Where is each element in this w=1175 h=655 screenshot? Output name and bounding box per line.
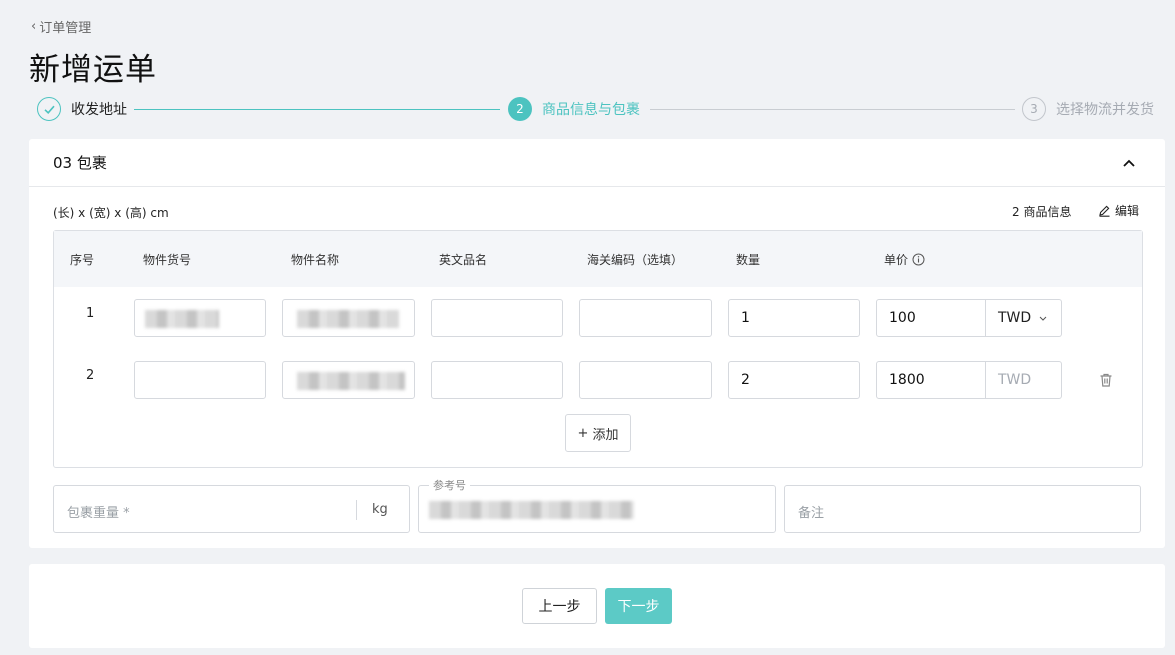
currency-value: TWD	[998, 372, 1032, 388]
row-index: 2	[86, 368, 95, 383]
col-item-no: 物件货号	[143, 253, 192, 267]
breadcrumb-label: 订单管理	[39, 21, 92, 36]
item-name-input[interactable]	[282, 299, 415, 337]
footer-actions: 上一步 下一步	[29, 564, 1165, 648]
trash-icon[interactable]	[1098, 372, 1114, 388]
stepper: 收发地址 2 商品信息与包裹 3 选择物流并发货	[37, 97, 1159, 123]
step-label: 收发地址	[71, 102, 127, 118]
table-header: 序号 物件货号 物件名称 英文品名 海关编码（选填） 数量 单价	[54, 231, 1142, 287]
prev-step-button[interactable]: 上一步	[522, 588, 597, 624]
divider	[356, 500, 357, 520]
step-number: 3	[1022, 97, 1046, 121]
info-icon[interactable]	[912, 253, 925, 266]
section-title: 03 包裹	[53, 154, 107, 172]
remark-field[interactable]: 备注	[784, 485, 1141, 533]
currency-value: TWD	[998, 310, 1032, 326]
step-connector	[650, 109, 1015, 110]
redacted-text	[297, 310, 399, 328]
check-icon	[37, 97, 61, 121]
next-step-button[interactable]: 下一步	[605, 588, 672, 624]
remark-placeholder: 备注	[798, 506, 825, 521]
currency-select[interactable]: TWD	[986, 299, 1062, 337]
item-no-input[interactable]	[134, 361, 266, 399]
weight-field[interactable]: 包裹重量 * kg	[53, 485, 410, 533]
plus-icon: +	[577, 425, 589, 441]
edit-icon	[1099, 205, 1110, 217]
step-goods[interactable]: 2 商品信息与包裹	[508, 97, 640, 121]
unit-price-input[interactable]: 100	[876, 299, 986, 337]
step-number: 2	[508, 97, 532, 121]
english-name-input[interactable]	[431, 299, 563, 337]
col-hs-code: 海关编码（选填）	[587, 253, 684, 267]
chevron-left-icon: ‹	[31, 19, 37, 34]
hs-code-input[interactable]	[579, 299, 712, 337]
dimensions-label: (长) x (宽) x (高) cm	[53, 206, 169, 220]
step-label: 选择物流并发货	[1056, 102, 1154, 118]
item-name-input[interactable]	[282, 361, 415, 399]
col-unit-price: 单价	[884, 251, 925, 268]
weight-placeholder: 包裹重量 *	[67, 506, 130, 521]
chevron-up-icon[interactable]	[1121, 155, 1137, 171]
reference-field[interactable]: 参考号	[418, 477, 776, 533]
step-label: 商品信息与包裹	[542, 102, 640, 118]
hs-code-input[interactable]	[579, 361, 712, 399]
redacted-text	[297, 372, 405, 390]
chevron-down-icon	[1039, 316, 1047, 321]
unit-price-input[interactable]: 1800	[876, 361, 986, 399]
col-english-name: 英文品名	[439, 253, 488, 267]
goods-info-count: 2 商品信息	[1012, 205, 1072, 219]
step-connector	[134, 109, 500, 110]
quantity-input[interactable]: 2	[728, 361, 860, 399]
reference-label: 参考号	[429, 477, 470, 493]
add-item-button[interactable]: + 添加	[565, 414, 631, 452]
edit-label: 编辑	[1115, 204, 1140, 218]
step-address[interactable]: 收发地址	[37, 97, 127, 121]
page-title: 新增运单	[29, 52, 157, 88]
col-index: 序号	[70, 253, 95, 267]
package-card: 03 包裹 (长) x (宽) x (高) cm 2 商品信息 编辑 序号 物件…	[29, 139, 1165, 548]
currency-select: TWD	[986, 361, 1062, 399]
breadcrumb[interactable]: ‹ 订单管理	[31, 17, 91, 36]
col-quantity: 数量	[736, 253, 761, 267]
package-card-header[interactable]: 03 包裹	[29, 139, 1165, 187]
redacted-text	[145, 310, 219, 328]
english-name-input[interactable]	[431, 361, 563, 399]
add-label: 添加	[592, 427, 619, 443]
item-no-input[interactable]	[134, 299, 266, 337]
quantity-input[interactable]: 1	[728, 299, 860, 337]
step-logistics[interactable]: 3 选择物流并发货	[1022, 97, 1154, 121]
redacted-text	[429, 501, 634, 519]
items-table: 序号 物件货号 物件名称 英文品名 海关编码（选填） 数量 单价 1 1 100…	[53, 230, 1143, 468]
row-index: 1	[86, 306, 95, 321]
edit-button[interactable]: 编辑	[1098, 202, 1139, 219]
weight-unit: kg	[372, 502, 388, 517]
col-item-name: 物件名称	[291, 253, 340, 267]
col-unit-price-label: 单价	[884, 253, 909, 267]
